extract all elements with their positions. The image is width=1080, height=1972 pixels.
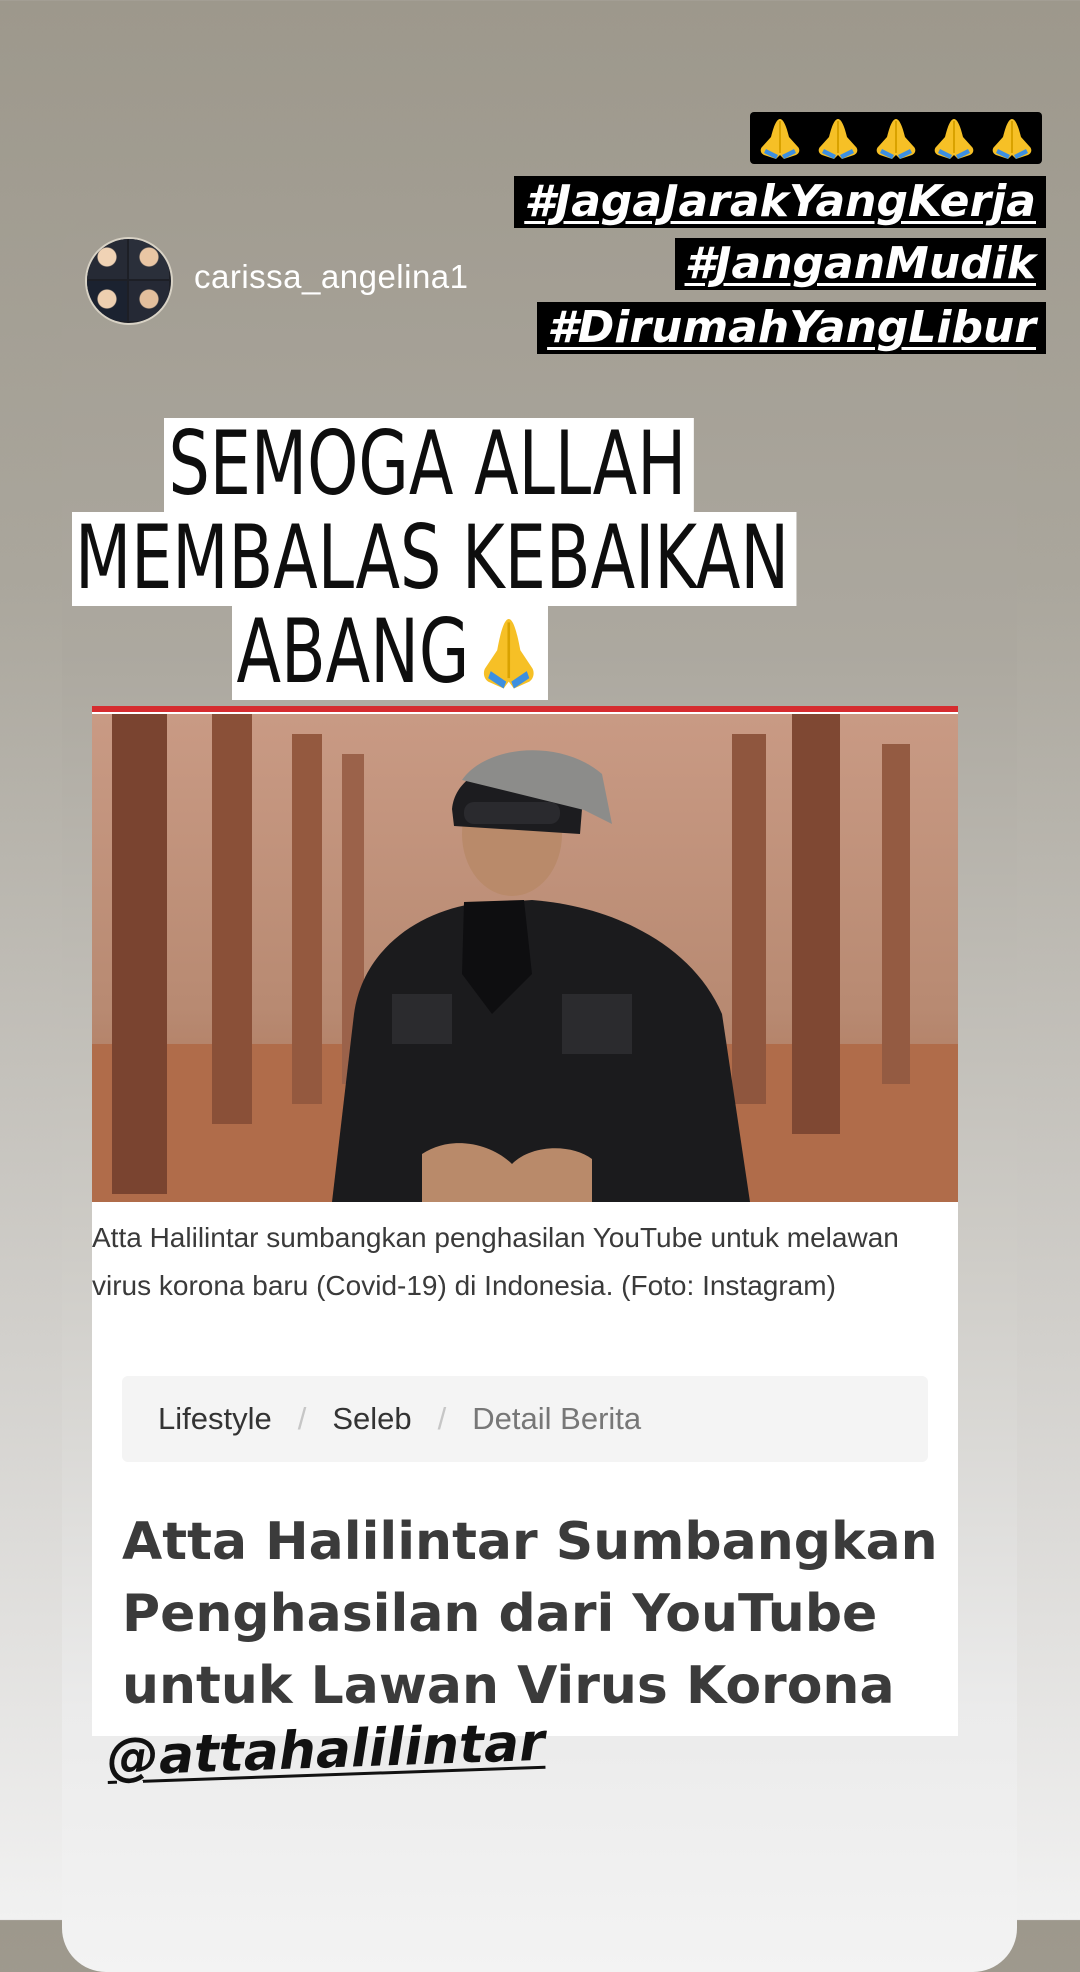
breadcrumb: Lifestyle / Seleb / Detail Berita <box>122 1376 928 1462</box>
accent-divider <box>92 706 958 712</box>
caption-line-2: MEMBALAS KEBAIKAN <box>72 512 797 606</box>
breadcrumb-separator: / <box>297 1401 307 1436</box>
breadcrumb-separator: / <box>437 1401 447 1436</box>
news-article-screenshot: Atta Halilintar sumbangkan penghasilan Y… <box>92 706 958 1736</box>
article-headline: Atta Halilintar Sumbangkan Penghasilan d… <box>122 1512 938 1716</box>
emoji-sticker <box>750 112 1042 164</box>
folded-hands-icon <box>992 119 1032 159</box>
folded-hands-icon <box>760 119 800 159</box>
article-photo <box>92 714 958 1202</box>
caption-line-3-text: ABANG <box>236 600 470 703</box>
hashtag-jangan-mudik[interactable]: #JanganMudik <box>674 238 1046 290</box>
caption-line-3: ABANG <box>232 606 548 700</box>
hashtag-jaga-jarak[interactable]: #JagaJarakYangKerja <box>514 176 1046 228</box>
breadcrumb-lifestyle[interactable]: Lifestyle <box>158 1401 272 1437</box>
username[interactable]: carissa_angelina1 <box>194 258 469 296</box>
breadcrumb-detail: Detail Berita <box>472 1401 642 1436</box>
profile-avatar[interactable] <box>85 237 173 325</box>
folded-hands-icon <box>483 618 534 689</box>
folded-hands-icon <box>818 119 858 159</box>
folded-hands-icon <box>876 119 916 159</box>
hashtag-dirumah[interactable]: #DirumahYangLibur <box>537 302 1046 354</box>
photo-caption: Atta Halilintar sumbangkan penghasilan Y… <box>92 1222 899 1301</box>
folded-hands-icon <box>934 119 974 159</box>
breadcrumb-seleb[interactable]: Seleb <box>332 1401 411 1437</box>
caption-line-1: SEMOGA ALLAH <box>164 418 694 512</box>
